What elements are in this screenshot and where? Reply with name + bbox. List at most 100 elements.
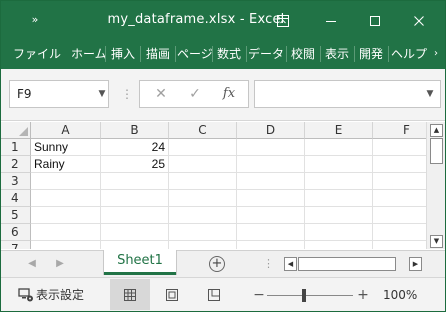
expand-formula-bar-icon[interactable]: ▼ xyxy=(424,81,436,107)
cell-e3[interactable] xyxy=(305,173,373,190)
cell-e5[interactable] xyxy=(305,207,373,224)
cell-e4[interactable] xyxy=(305,190,373,207)
scroll-right-icon[interactable]: ▶ xyxy=(409,257,422,271)
cell-d5[interactable] xyxy=(237,207,305,224)
add-sheet-icon[interactable]: + xyxy=(209,256,225,272)
cell-e2[interactable] xyxy=(305,156,373,173)
ribbon-display-icon xyxy=(277,14,289,27)
maximize-button[interactable] xyxy=(355,5,395,35)
cell-c1[interactable] xyxy=(169,139,237,156)
page-layout-view-button[interactable] xyxy=(152,279,192,310)
row-header-7[interactable]: 7 xyxy=(1,241,31,249)
cell-e7[interactable] xyxy=(305,241,373,249)
page-break-preview-button[interactable] xyxy=(194,279,234,310)
normal-view-button[interactable] xyxy=(110,279,150,310)
cell-a3[interactable] xyxy=(31,173,101,190)
tab-home[interactable]: ホーム xyxy=(71,39,107,69)
sheet-tab-sheet1[interactable]: Sheet1 xyxy=(104,250,176,275)
select-all-button[interactable] xyxy=(1,122,31,139)
cell-c5[interactable] xyxy=(169,207,237,224)
cell-b5[interactable] xyxy=(101,207,169,224)
tab-overflow-icon[interactable]: › xyxy=(429,39,443,69)
cell-c3[interactable] xyxy=(169,173,237,190)
cell-e1[interactable] xyxy=(305,139,373,156)
ribbon-display-options-button[interactable] xyxy=(263,5,303,35)
zoom-in-button[interactable]: + xyxy=(357,287,369,303)
vertical-scroll-thumb[interactable] xyxy=(430,138,443,164)
cell-d1[interactable] xyxy=(237,139,305,156)
tab-view[interactable]: 表示 xyxy=(322,39,352,69)
tab-formulas[interactable]: 数式 xyxy=(214,39,244,69)
cell-e6[interactable] xyxy=(305,224,373,241)
close-button[interactable] xyxy=(399,5,439,35)
cell-c2[interactable] xyxy=(169,156,237,173)
minimize-button[interactable] xyxy=(311,5,351,35)
scroll-up-icon[interactable]: ▲ xyxy=(430,124,443,137)
status-bar: 表示設定 − + 100% xyxy=(1,277,445,311)
column-header-d[interactable]: D xyxy=(237,122,305,139)
cell-d7[interactable] xyxy=(237,241,305,249)
scroll-left-icon[interactable]: ◀ xyxy=(284,257,297,271)
cell-a7[interactable] xyxy=(31,241,101,249)
cell-b4[interactable] xyxy=(101,190,169,207)
horizontal-scrollbar[interactable]: ◀ ▶ xyxy=(284,257,424,272)
cell-a6[interactable] xyxy=(31,224,101,241)
worksheet-grid[interactable]: A B C D E F 1 Sunny 24 2 Rainy 25 3 4 5 … xyxy=(1,122,445,249)
column-header-e[interactable]: E xyxy=(305,122,373,139)
cell-a2[interactable]: Rainy xyxy=(31,156,101,173)
next-sheet-icon[interactable]: ▶ xyxy=(53,251,67,277)
row-header-5[interactable]: 5 xyxy=(1,207,31,224)
row-header-2[interactable]: 2 xyxy=(1,156,31,173)
tab-page-layout[interactable]: ページ xyxy=(177,39,213,69)
tab-separator xyxy=(286,46,287,62)
tab-splitter-grip-icon[interactable]: ⋮ xyxy=(263,251,274,277)
prev-sheet-icon[interactable]: ◀ xyxy=(25,251,39,277)
name-box[interactable]: F9 ▼ xyxy=(9,80,109,108)
cell-c4[interactable] xyxy=(169,190,237,207)
chevron-down-icon[interactable]: ▼ xyxy=(96,81,108,107)
zoom-slider-thumb[interactable] xyxy=(302,289,306,302)
insert-function-icon[interactable]: fx xyxy=(214,81,244,107)
cell-a4[interactable] xyxy=(31,190,101,207)
zoom-level[interactable]: 100% xyxy=(383,287,427,303)
tab-insert[interactable]: 挿入 xyxy=(108,39,138,69)
tab-help[interactable]: ヘルプ xyxy=(390,39,428,69)
row-header-3[interactable]: 3 xyxy=(1,173,31,190)
scroll-down-icon[interactable]: ▼ xyxy=(430,235,443,248)
tab-file[interactable]: ファイル xyxy=(13,39,61,69)
column-header-c[interactable]: C xyxy=(169,122,237,139)
row-header-1[interactable]: 1 xyxy=(1,139,31,156)
cell-a5[interactable] xyxy=(31,207,101,224)
row-header-6[interactable]: 6 xyxy=(1,224,31,241)
tab-draw[interactable]: 描画 xyxy=(143,39,173,69)
cell-a1[interactable]: Sunny xyxy=(31,139,101,156)
column-header-a[interactable]: A xyxy=(31,122,101,139)
cell-b6[interactable] xyxy=(101,224,169,241)
zoom-out-button[interactable]: − xyxy=(253,287,265,303)
cell-d6[interactable] xyxy=(237,224,305,241)
cell-b3[interactable] xyxy=(101,173,169,190)
formula-bar-grip-icon[interactable]: ⋮ xyxy=(121,80,133,108)
tab-review[interactable]: 校閲 xyxy=(288,39,318,69)
cell-b2[interactable]: 25 xyxy=(101,156,169,173)
tab-separator xyxy=(175,46,176,62)
formula-input[interactable]: ▼ xyxy=(254,80,441,108)
tab-developer[interactable]: 開発 xyxy=(356,39,386,69)
cell-c6[interactable] xyxy=(169,224,237,241)
zoom-slider[interactable] xyxy=(267,295,353,296)
cancel-icon[interactable]: ✕ xyxy=(146,81,176,107)
display-settings-button[interactable]: 表示設定 xyxy=(18,287,84,303)
horizontal-scroll-thumb[interactable] xyxy=(298,257,396,271)
cell-d4[interactable] xyxy=(237,190,305,207)
row-header-4[interactable]: 4 xyxy=(1,190,31,207)
enter-check-icon[interactable]: ✓ xyxy=(180,81,210,107)
cell-b7[interactable] xyxy=(101,241,169,249)
column-header-b[interactable]: B xyxy=(101,122,169,139)
vertical-scrollbar[interactable]: ▲ ▼ xyxy=(426,122,445,249)
display-settings-icon xyxy=(18,288,33,302)
tab-data[interactable]: データ xyxy=(248,39,284,69)
cell-d3[interactable] xyxy=(237,173,305,190)
cell-b1[interactable]: 24 xyxy=(101,139,169,156)
cell-d2[interactable] xyxy=(237,156,305,173)
cell-c7[interactable] xyxy=(169,241,237,249)
